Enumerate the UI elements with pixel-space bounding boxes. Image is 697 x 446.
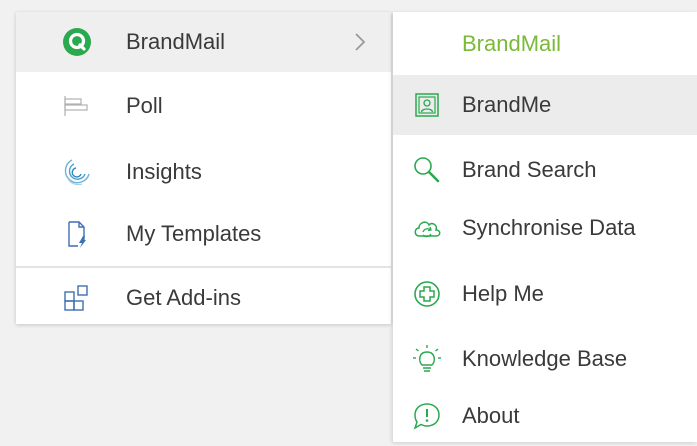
submenu-item-label: Knowledge Base <box>462 346 628 371</box>
brandmail-logo-icon <box>62 27 92 57</box>
menu-item-my-templates[interactable]: My Templates <box>16 204 391 264</box>
brandmail-submenu: BrandMail BrandMe Brand Search Synchroni… <box>393 12 697 442</box>
submenu-item-help-me[interactable]: Help Me <box>393 264 697 324</box>
chevron-right-icon <box>353 32 367 52</box>
menu-item-label: Poll <box>126 93 163 118</box>
insights-icon <box>62 157 92 187</box>
templates-icon <box>62 219 92 249</box>
help-plus-icon <box>411 278 443 310</box>
submenu-item-label: Synchronise Data <box>462 215 636 240</box>
add-ins-grid-icon <box>62 283 92 313</box>
menu-item-poll[interactable]: Poll <box>16 76 391 136</box>
submenu-item-brandme[interactable]: BrandMe <box>393 75 697 135</box>
context-menu: BrandMail Poll Insights My Templates Get… <box>16 12 391 324</box>
submenu-header: BrandMail <box>393 14 697 74</box>
cloud-sync-icon <box>411 212 443 244</box>
submenu-title: BrandMail <box>462 31 562 56</box>
menu-item-brandmail[interactable]: BrandMail <box>16 12 391 72</box>
magnifier-icon <box>411 154 443 186</box>
brandme-portrait-icon <box>411 89 443 121</box>
submenu-item-label: Brand Search <box>462 157 597 182</box>
submenu-item-synchronise-data[interactable]: Synchronise Data <box>393 198 697 258</box>
menu-item-label: My Templates <box>126 221 262 246</box>
menu-item-get-add-ins[interactable]: Get Add-ins <box>16 268 391 328</box>
submenu-item-label: Help Me <box>462 281 544 306</box>
submenu-item-label: About <box>462 403 520 428</box>
submenu-item-knowledge-base[interactable]: Knowledge Base <box>393 329 697 389</box>
menu-item-insights[interactable]: Insights <box>16 142 391 202</box>
menu-item-label: BrandMail <box>126 29 226 54</box>
menu-item-label: Get Add-ins <box>126 285 241 310</box>
submenu-item-about[interactable]: About <box>393 386 697 446</box>
menu-item-label: Insights <box>126 159 202 184</box>
about-info-icon <box>411 400 443 432</box>
lightbulb-icon <box>411 343 443 375</box>
submenu-item-brand-search[interactable]: Brand Search <box>393 140 697 200</box>
submenu-item-label: BrandMe <box>462 92 552 117</box>
poll-icon <box>62 91 92 121</box>
